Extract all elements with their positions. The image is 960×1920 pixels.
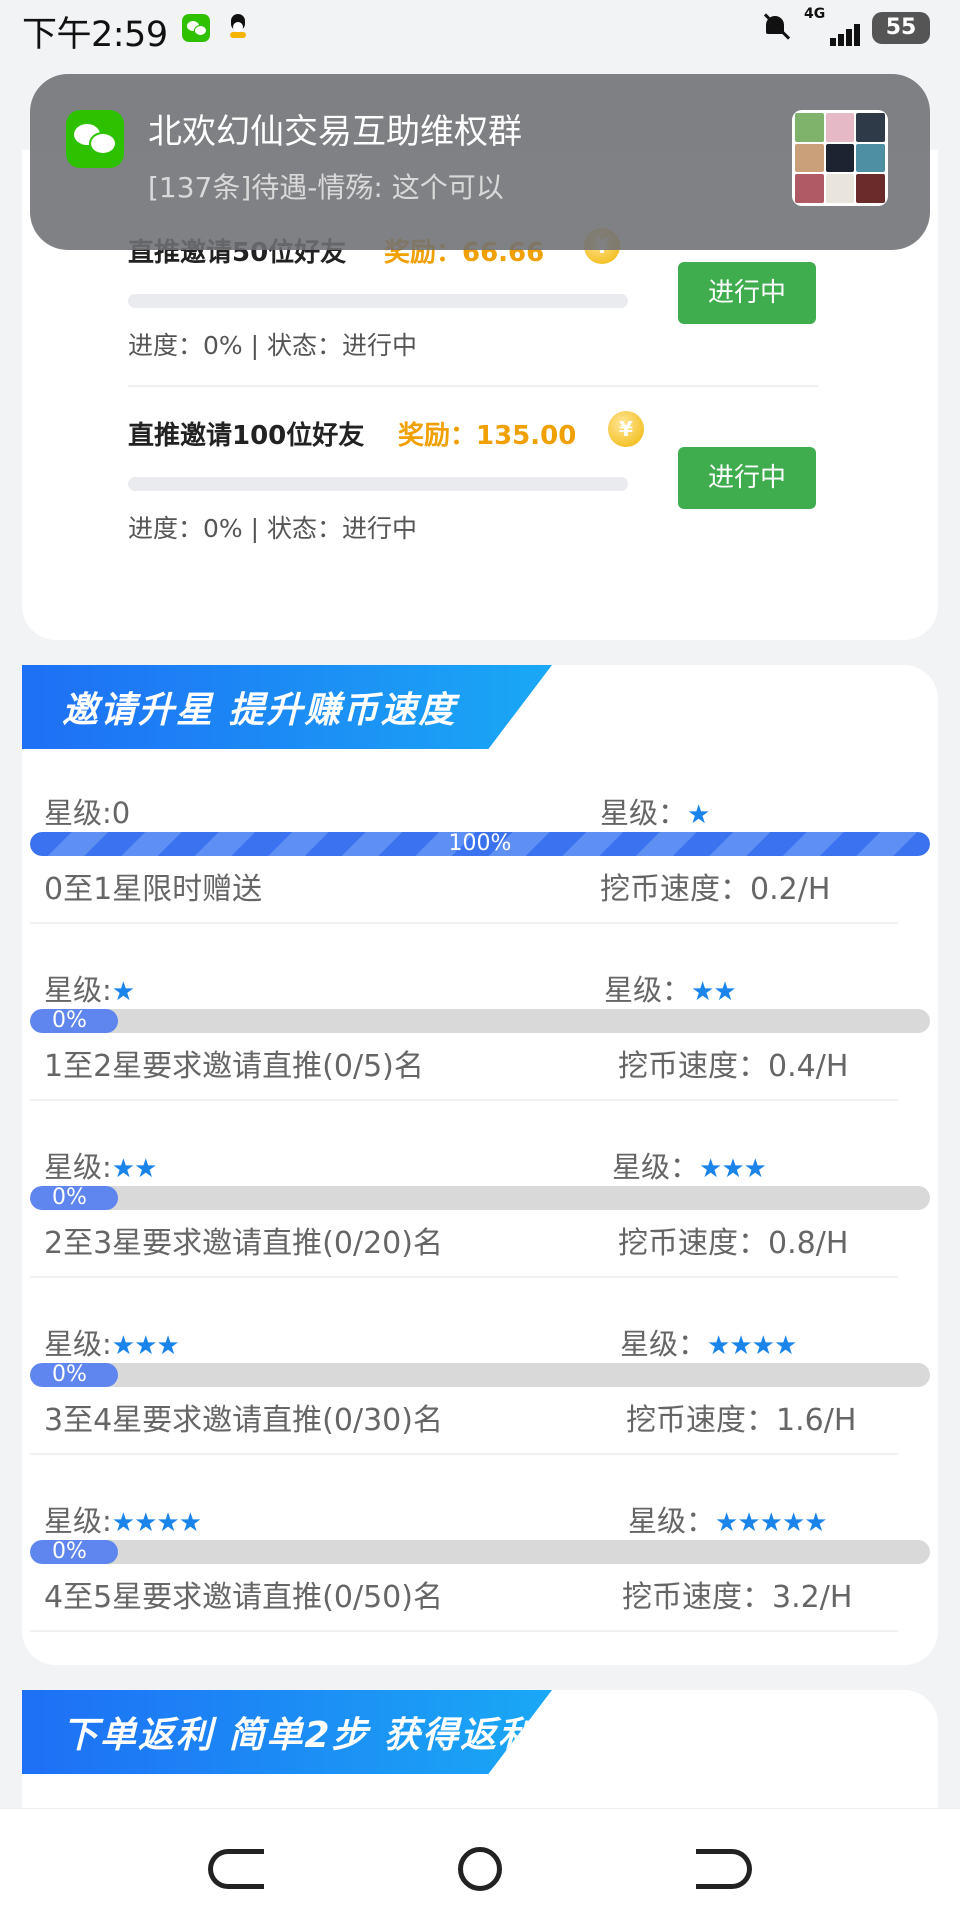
star-icon: ★★ [691,977,737,1007]
star-progress-bar: 0% [30,1540,930,1564]
star-progress-bar: 0% [30,1363,930,1387]
target-level: 星级：★★★★★ [628,1498,828,1540]
star-level-row: 星级:★★★★ 星级：★★★★★ 0% 4至5星要求邀请直推(0/50)名 挖币速度：3… [0,1498,960,1668]
mining-speed: 挖币速度：1.6/H [626,1403,857,1438]
current-level-label: 星级: [44,973,112,1007]
progress-label: 0% [52,1186,87,1210]
wechat-icon [66,110,124,168]
mining-speed: 挖币速度：0.4/H [618,1049,849,1084]
task-status: 进度：0% | 状态：进行中 [128,514,417,543]
progress-label: 0% [52,1363,87,1387]
star-progress-bar: 100% [30,832,930,856]
navigation-bar [0,1808,960,1920]
star-icon: ★ [111,977,135,1007]
battery-icon: 55 [872,12,930,44]
target-level-label: 星级： [604,973,692,1007]
coin-icon: ¥ [608,411,644,447]
star-level-row: 星级:★★★ 星级：★★★★ 0% 3至4星要求邀请直推(0/30)名 挖币速度：1.6… [0,1321,960,1491]
current-level: 星级:★ [44,967,135,1009]
star-icon: ★★★★ [707,1331,797,1361]
signal-icon [804,22,860,46]
status-time: 下午2:59 [22,15,168,55]
divider [30,1276,898,1278]
target-level: 星级：★★★★ [620,1321,797,1363]
star-progress-bar: 0% [30,1009,930,1033]
star-level-row: 星级:★ 星级：★★ 0% 1至2星要求邀请直推(0/5)名 挖币速度：0.4/H [0,967,960,1137]
target-level-label: 星级： [600,796,688,830]
level-requirement: 4至5星要求邀请直推(0/50)名 [44,1580,443,1615]
mining-speed: 挖币速度：0.2/H [600,872,831,907]
current-level-label: 星级: [44,1327,112,1361]
star-icon: ★★★★ [111,1508,202,1538]
target-level: 星级：★★ [604,967,737,1009]
group-avatar [792,110,888,206]
star-icon: ★★★ [699,1154,767,1184]
star-icon: ★★★ [111,1331,180,1361]
star-icon: ★★★★★ [715,1508,828,1538]
task-progress-bar [128,477,628,491]
target-level-label: 星级： [628,1504,716,1538]
back-icon[interactable] [208,1849,264,1889]
target-level-label: 星级： [620,1327,708,1361]
divider [30,922,898,924]
current-level-label: 星级:0 [44,796,131,830]
current-level-label: 星级: [44,1150,112,1184]
banner-title: 下单返利 简单2步 获得返利 [62,1715,537,1756]
mining-speed: 挖币速度：3.2/H [622,1580,853,1615]
target-level: 星级：★★★ [612,1144,767,1186]
target-level-label: 星级： [612,1150,700,1184]
bell-muted-icon [760,12,791,42]
task-progress-bar [128,294,628,308]
divider [30,1453,898,1455]
current-level: 星级:★★★★ [44,1498,202,1540]
current-level: 星级:★★ [44,1144,158,1186]
home-icon[interactable] [458,1847,502,1891]
qq-icon [228,14,248,40]
current-level: 星级:★★★ [44,1321,180,1363]
divider [30,1630,898,1632]
status-bar: 下午2:59 4G 55 [0,0,960,56]
level-requirement: 3至4星要求邀请直推(0/30)名 [44,1403,443,1438]
progress-label: 0% [52,1540,87,1564]
banner-title: 邀请升星 提升赚币速度 [62,690,457,731]
current-level-label: 星级: [44,1504,112,1538]
progress-label: 100% [448,832,512,856]
rebate-section-banner: 下单返利 简单2步 获得返利 [22,1690,552,1774]
progress-label: 0% [52,1009,87,1033]
task-status: 进度：0% | 状态：进行中 [128,331,417,360]
notification-message: [137条]待遇-情殇: 这个可以 [148,171,504,204]
task-in-progress-button[interactable]: 进行中 [678,262,816,324]
target-level: 星级：★ [600,790,710,832]
mining-speed: 挖币速度：0.8/H [618,1226,849,1261]
star-progress-bar: 0% [30,1186,930,1210]
divider [30,1099,898,1101]
star-level-row: 星级:0 星级：★ 100% 0至1星限时赠送 挖币速度：0.2/H [0,790,960,960]
star-icon: ★ [687,800,710,830]
notification-title: 北欢幻仙交易互助维权群 [148,112,522,152]
recent-apps-icon[interactable] [696,1849,752,1889]
star-level-row: 星级:★★ 星级：★★★ 0% 2至3星要求邀请直推(0/20)名 挖币速度：0.8/H [0,1144,960,1314]
task-reward: 奖励：135.00 [398,421,577,451]
wechat-icon [182,14,210,42]
star-section-banner: 邀请升星 提升赚币速度 [22,665,552,749]
divider [128,385,818,387]
level-requirement: 0至1星限时赠送 [44,872,263,907]
task-in-progress-button[interactable]: 进行中 [678,447,816,509]
current-level: 星级:0 [44,790,130,832]
level-requirement: 1至2星要求邀请直推(0/5)名 [44,1049,424,1084]
level-requirement: 2至3星要求邀请直推(0/20)名 [44,1226,443,1261]
wechat-notification[interactable]: 北欢幻仙交易互助维权群 [137条]待遇-情殇: 这个可以 [30,74,930,250]
network-type: 4G [804,6,826,22]
star-icon: ★★ [111,1154,158,1184]
task-title: 直推邀请100位好友 [128,421,365,451]
